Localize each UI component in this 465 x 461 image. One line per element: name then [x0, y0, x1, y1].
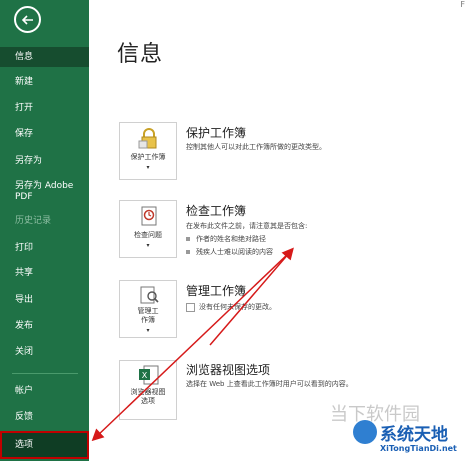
watermark-brand-text: 系统天地 [380, 425, 448, 445]
watermark-url-text: XiTongTianDi.net [380, 444, 457, 453]
annotation-arrows [91, 247, 294, 442]
annotation-arrow-to-inspect [209, 247, 294, 346]
globe-logo-icon [353, 420, 377, 444]
annotation-arrow-to-options [91, 251, 291, 442]
